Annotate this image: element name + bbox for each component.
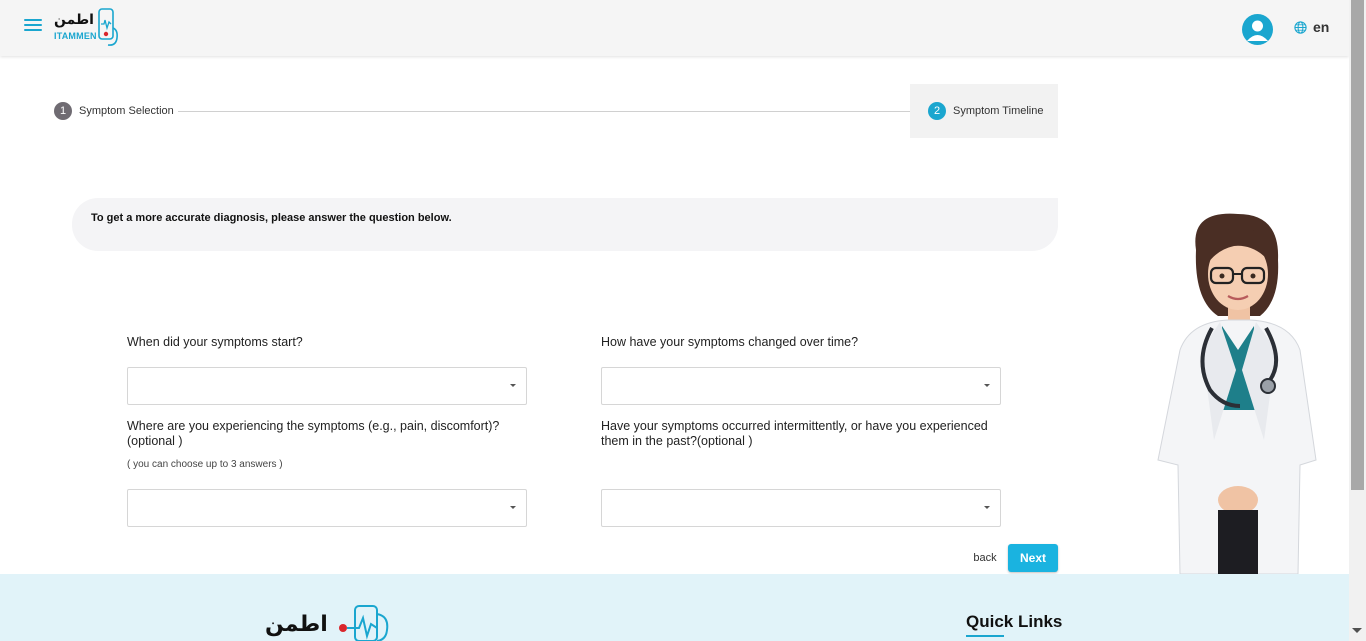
user-icon [1247, 20, 1268, 41]
caret-down-icon [510, 506, 516, 509]
user-avatar[interactable] [1242, 14, 1273, 45]
step-symptom-selection[interactable]: 1 Symptom Selection [54, 102, 178, 120]
next-button[interactable]: Next [1008, 544, 1058, 572]
stepper-connector [174, 111, 912, 112]
hamburger-menu-icon[interactable] [24, 19, 42, 37]
back-button[interactable]: back [966, 549, 1004, 567]
progress-stepper: 1 Symptom Selection 2 Symptom Timeline [52, 84, 1058, 138]
logo-arabic-text: اطمن [54, 12, 94, 28]
step-symptom-timeline[interactable]: 2 Symptom Timeline [910, 84, 1058, 138]
app-logo[interactable]: اطمن ITAMMEN [52, 8, 122, 50]
page-footer: اطمن Quick Links [0, 574, 1349, 641]
step-number-1: 1 [54, 102, 72, 120]
caret-down-icon [510, 384, 516, 387]
language-switcher[interactable]: en [1294, 19, 1329, 35]
scroll-down-arrow-icon[interactable] [1352, 628, 1362, 633]
question-start-label: When did your symptoms start? [127, 335, 303, 349]
phone-stethoscope-icon [98, 8, 118, 46]
globe-icon [1294, 20, 1307, 34]
question-location-hint: ( you can choose up to 3 answers ) [127, 459, 283, 470]
step-number-2: 2 [928, 102, 946, 120]
footer-logo-arabic-text: اطمن [265, 612, 328, 637]
quick-links-heading: Quick Links [966, 612, 1063, 631]
symptom-change-select[interactable] [601, 367, 1001, 405]
question-location-label: Where are you experiencing the symptoms … [127, 419, 500, 448]
info-banner: To get a more accurate diagnosis, please… [72, 198, 1058, 251]
question-changed-label: How have your symptoms changed over time… [601, 335, 859, 349]
symptom-intermittent-select[interactable] [601, 489, 1001, 527]
top-header: اطمن ITAMMEN en [0, 0, 1349, 56]
doctor-illustration [1157, 213, 1317, 574]
language-label: en [1313, 19, 1330, 35]
page-scrollbar-thumb[interactable] [1351, 0, 1364, 490]
info-banner-text: To get a more accurate diagnosis, please… [91, 212, 452, 224]
phone-stethoscope-icon [339, 605, 389, 641]
footer-logo[interactable]: اطمن [265, 604, 395, 641]
symptom-location-select[interactable] [127, 489, 527, 527]
quick-links-underline [966, 635, 1004, 637]
symptom-start-select[interactable] [127, 367, 527, 405]
caret-down-icon [984, 506, 990, 509]
step-label-2: Symptom Timeline [953, 105, 1044, 117]
caret-down-icon [984, 384, 990, 387]
step-label-1: Symptom Selection [79, 105, 174, 117]
logo-english-text: ITAMMEN [54, 31, 97, 41]
question-intermittent-label: Have your symptoms occurred intermittent… [601, 419, 988, 448]
